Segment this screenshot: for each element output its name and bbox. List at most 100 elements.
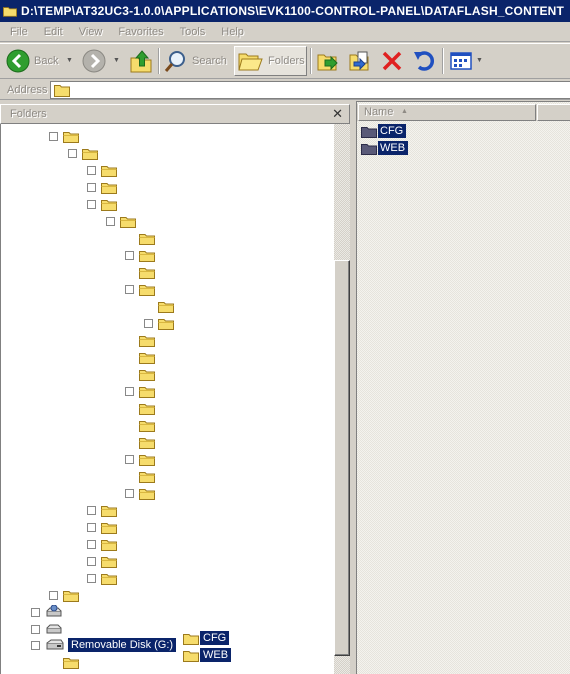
folder-icon — [361, 143, 377, 155]
tree-node[interactable] — [87, 162, 117, 178]
tree-node[interactable] — [31, 604, 63, 620]
tree-node[interactable] — [144, 315, 174, 331]
expand-box[interactable] — [106, 216, 115, 226]
copy-to-button[interactable] — [348, 45, 372, 77]
tree-node-web[interactable]: WEB — [183, 647, 232, 663]
expand-box[interactable] — [87, 556, 96, 566]
tree-node[interactable] — [87, 179, 117, 195]
tree-node[interactable] — [49, 128, 79, 144]
folder-icon — [63, 590, 79, 602]
expand-box[interactable] — [31, 640, 40, 650]
tree-node[interactable] — [31, 621, 63, 637]
tree-node[interactable] — [68, 145, 98, 161]
expand-box[interactable] — [87, 539, 96, 549]
tree-node[interactable] — [87, 519, 117, 535]
expand-box[interactable] — [31, 607, 40, 617]
views-button[interactable] — [450, 45, 472, 77]
folder-tree-scrollbar[interactable] — [334, 124, 350, 674]
folder-icon — [139, 454, 155, 466]
tree-node[interactable] — [125, 485, 155, 501]
back-dropdown-icon[interactable]: ▼ — [66, 57, 73, 64]
expand-box[interactable] — [125, 386, 134, 396]
tree-node[interactable] — [125, 247, 155, 263]
tree-node[interactable] — [144, 298, 174, 314]
folder-tree[interactable]: Removable Disk (G:) CFG WEB — [0, 124, 334, 674]
expand-box[interactable] — [125, 488, 134, 498]
tree-node[interactable] — [125, 264, 155, 280]
forward-button[interactable] — [82, 45, 106, 77]
search-button[interactable]: Search — [164, 45, 227, 77]
tree-node[interactable] — [125, 349, 155, 365]
undo-button[interactable] — [412, 45, 436, 77]
up-folder-button[interactable] — [128, 45, 154, 77]
folder-icon — [101, 573, 117, 585]
menu-favorites[interactable]: Favorites — [110, 26, 171, 38]
folder-icon — [139, 284, 155, 296]
expand-box[interactable] — [49, 590, 58, 600]
expand-box[interactable] — [87, 573, 96, 583]
expand-box[interactable] — [87, 522, 96, 532]
title-bar[interactable]: D:\TEMP\AT32UC3-1.0.0\APPLICATIONS\EVK11… — [0, 0, 570, 22]
folders-button-content[interactable]: Folders — [238, 45, 305, 77]
folder-icon — [139, 352, 155, 364]
tree-node[interactable] — [87, 553, 117, 569]
tree-node[interactable] — [87, 570, 117, 586]
address-input[interactable] — [50, 81, 570, 99]
tree-node[interactable] — [125, 400, 155, 416]
tree-node[interactable] — [125, 468, 155, 484]
folder-icon — [63, 131, 79, 143]
back-button[interactable]: Back — [6, 45, 58, 77]
tree-node[interactable] — [106, 213, 136, 229]
file-list[interactable]: Name ▲ CFG WEB — [356, 101, 570, 674]
close-icon[interactable]: ✕ — [332, 106, 343, 122]
expand-box[interactable] — [87, 182, 96, 192]
tree-node[interactable] — [87, 502, 117, 518]
move-to-button[interactable] — [316, 45, 340, 77]
views-dropdown-icon[interactable]: ▼ — [476, 57, 483, 64]
forward-dropdown-icon[interactable]: ▼ — [113, 57, 120, 64]
tree-node[interactable] — [125, 332, 155, 348]
expand-box[interactable] — [31, 624, 40, 634]
expand-box[interactable] — [125, 284, 134, 294]
tree-node[interactable] — [125, 366, 155, 382]
expand-box[interactable] — [125, 454, 134, 464]
expand-box[interactable] — [125, 250, 134, 260]
tree-node[interactable] — [125, 281, 155, 297]
tree-node-removable-disk[interactable]: Removable Disk (G:) — [31, 637, 177, 653]
tree-node-cfg[interactable]: CFG — [183, 630, 230, 646]
tree-node[interactable] — [125, 451, 155, 467]
removable-drive-icon — [46, 639, 64, 650]
tree-node[interactable] — [125, 434, 155, 450]
folder-icon — [139, 488, 155, 500]
menu-view[interactable]: View — [71, 26, 111, 38]
tree-node[interactable] — [87, 196, 117, 212]
expand-box[interactable] — [68, 148, 77, 158]
expand-box[interactable] — [87, 505, 96, 515]
menu-file[interactable]: File — [0, 26, 36, 38]
tree-node[interactable] — [125, 230, 155, 246]
expand-box[interactable] — [144, 318, 153, 328]
expand-box[interactable] — [87, 199, 96, 209]
column-header-empty[interactable] — [537, 104, 570, 121]
delete-button[interactable] — [380, 45, 404, 77]
expand-box[interactable] — [87, 165, 96, 175]
menu-tools[interactable]: Tools — [172, 26, 214, 38]
folder-icon — [101, 522, 117, 534]
tree-node[interactable] — [125, 383, 155, 399]
folder-icon — [361, 126, 377, 138]
list-item-cfg[interactable]: CFG — [361, 123, 407, 139]
tree-node[interactable] — [125, 417, 155, 433]
forward-arrow-icon — [82, 49, 106, 73]
folder-icon — [139, 386, 155, 398]
menu-edit[interactable]: Edit — [36, 26, 71, 38]
expand-box[interactable] — [49, 131, 58, 141]
list-item-web[interactable]: WEB — [361, 140, 409, 156]
column-header-name[interactable]: Name ▲ — [358, 104, 536, 121]
menu-help[interactable]: Help — [213, 26, 252, 38]
up-folder-icon — [130, 50, 152, 73]
tree-node[interactable] — [87, 536, 117, 552]
folders-pane-header: Folders ✕ — [0, 104, 350, 124]
scrollbar-thumb[interactable] — [334, 260, 350, 656]
tree-node[interactable] — [49, 587, 79, 603]
tree-node[interactable] — [49, 654, 79, 670]
